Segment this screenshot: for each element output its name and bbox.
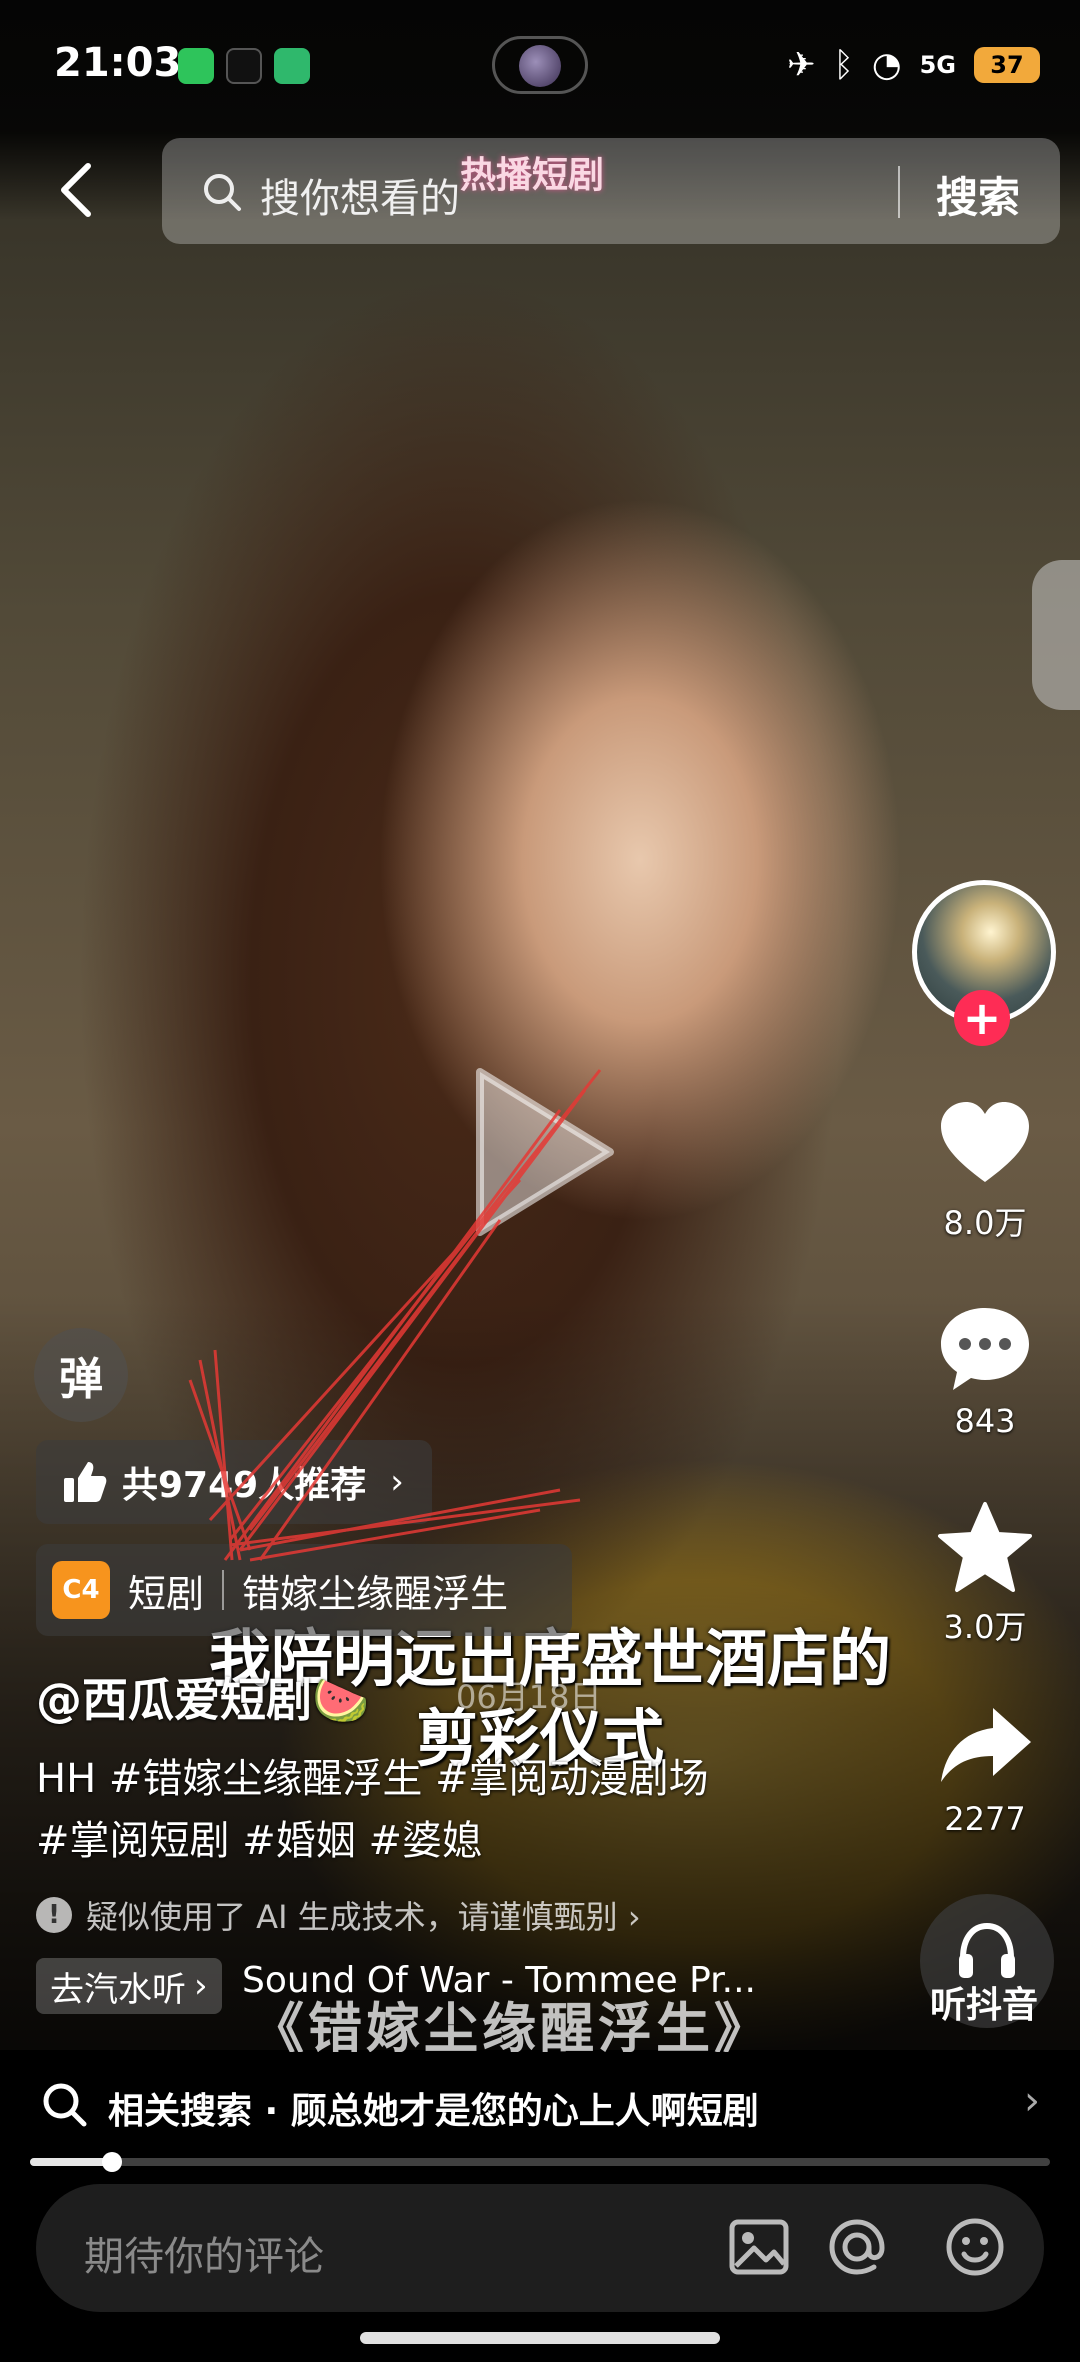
comment-input[interactable]: 期待你的评论: [84, 2224, 324, 2282]
satellite-icon: ✈: [787, 45, 816, 85]
play-icon[interactable]: [460, 1062, 620, 1242]
search-icon: [204, 174, 241, 211]
recommend-count: 共9749人推荐: [122, 1465, 367, 1506]
author-name[interactable]: @西瓜爱短剧🍉: [36, 1664, 369, 1730]
live-avatar-icon: [519, 45, 561, 87]
video-timestamp: 06月18日: [456, 1678, 602, 1716]
video-progress-bar[interactable]: [30, 2152, 1050, 2172]
listen-douyin-label: 听抖音: [930, 1985, 1039, 2026]
dynamic-island: [492, 36, 588, 94]
share-button[interactable]: 2277: [920, 1696, 1050, 1838]
network-label: 5G: [919, 51, 956, 79]
music-source-tag[interactable]: 去汽水听 ›: [36, 1958, 222, 2014]
mention-icon[interactable]: [822, 2212, 892, 2282]
related-search-label: 相关搜索 · 顾总她才是您的心上人啊短剧: [108, 2091, 759, 2132]
share-arrow-icon: [941, 1708, 1031, 1782]
search-bar[interactable]: 搜你想看的 搜索: [162, 138, 1060, 244]
back-arrow-icon: [61, 163, 91, 217]
drama-pill[interactable]: C4 短剧 错嫁尘缘醒浮生: [36, 1544, 572, 1636]
search-input[interactable]: 搜你想看的: [260, 166, 460, 224]
danmaku-toggle-button[interactable]: 弹: [34, 1328, 128, 1422]
warning-icon: !: [36, 1897, 72, 1933]
side-drawer-handle[interactable]: [1032, 560, 1080, 710]
progress-handle[interactable]: [101, 2152, 122, 2172]
ai-notice-text: 疑似使用了 AI 生成技术，请谨慎甄别 ›: [86, 1898, 641, 1936]
image-icon[interactable]: [724, 2212, 794, 2282]
home-indicator: [360, 2332, 720, 2344]
wifi-icon: ◔: [871, 45, 902, 85]
caption-hashtags-line1[interactable]: HH #错嫁尘缘醒浮生 #掌阅动漫剧场: [36, 1746, 709, 1804]
favorite-button[interactable]: 3.0万: [920, 1498, 1050, 1648]
tiktok-icon: [226, 48, 262, 84]
search-icon: [43, 2083, 87, 2127]
star-icon: [938, 1502, 1032, 1592]
comment-count: 843: [954, 1402, 1016, 1440]
thumbs-up-icon: [64, 1462, 107, 1502]
like-count: 8.0万: [943, 1204, 1027, 1242]
like-button[interactable]: 8.0万: [920, 1094, 1050, 1244]
share-count: 2277: [944, 1800, 1026, 1838]
shield-icon: [274, 48, 310, 84]
status-icons: ✈ ᛒ ◔ 5G 37: [787, 40, 1040, 90]
wechat-icon: [178, 48, 214, 84]
status-time: 21:03: [54, 40, 182, 86]
favorite-count: 3.0万: [943, 1608, 1027, 1646]
related-search-bar[interactable]: 相关搜索 · 顾总她才是您的心上人啊短剧 ›: [0, 2052, 1080, 2156]
bluetooth-icon: ᛒ: [833, 45, 854, 85]
follow-plus-icon[interactable]: +: [954, 990, 1010, 1046]
battery-icon: 37: [974, 47, 1040, 83]
drama-label: 短剧: [128, 1571, 205, 1616]
comment-icon: [941, 1308, 1029, 1390]
ai-notice[interactable]: ! 疑似使用了 AI 生成技术，请谨慎甄别 ›: [36, 1892, 641, 1938]
drama-divider: [222, 1570, 225, 1610]
progress-fill: [30, 2158, 112, 2166]
chevron-right-icon: ›: [194, 1966, 208, 2006]
comment-input-bar[interactable]: 期待你的评论: [36, 2184, 1044, 2312]
drama-name: 错嫁尘缘醒浮生: [242, 1571, 509, 1616]
recommend-pill[interactable]: 共9749人推荐 ›: [36, 1440, 432, 1524]
search-button[interactable]: 搜索: [936, 164, 1020, 225]
caption-hashtags-line2[interactable]: #掌阅短剧 #婚姻 #婆媳: [36, 1808, 482, 1866]
music-tag-label: 去汽水听: [50, 1969, 186, 2010]
status-bar: 21:03 ✈ ᛒ ◔ 5G 37: [0, 0, 1080, 130]
back-button[interactable]: [52, 160, 102, 220]
comment-button[interactable]: 843: [920, 1298, 1050, 1440]
emoji-icon[interactable]: [940, 2212, 1010, 2282]
search-divider: [898, 166, 900, 218]
chevron-right-icon: ›: [390, 1462, 404, 1502]
heart-icon: [941, 1102, 1029, 1182]
chevron-right-icon: ›: [1024, 2078, 1040, 2124]
drama-ticket-icon: C4: [52, 1561, 110, 1619]
